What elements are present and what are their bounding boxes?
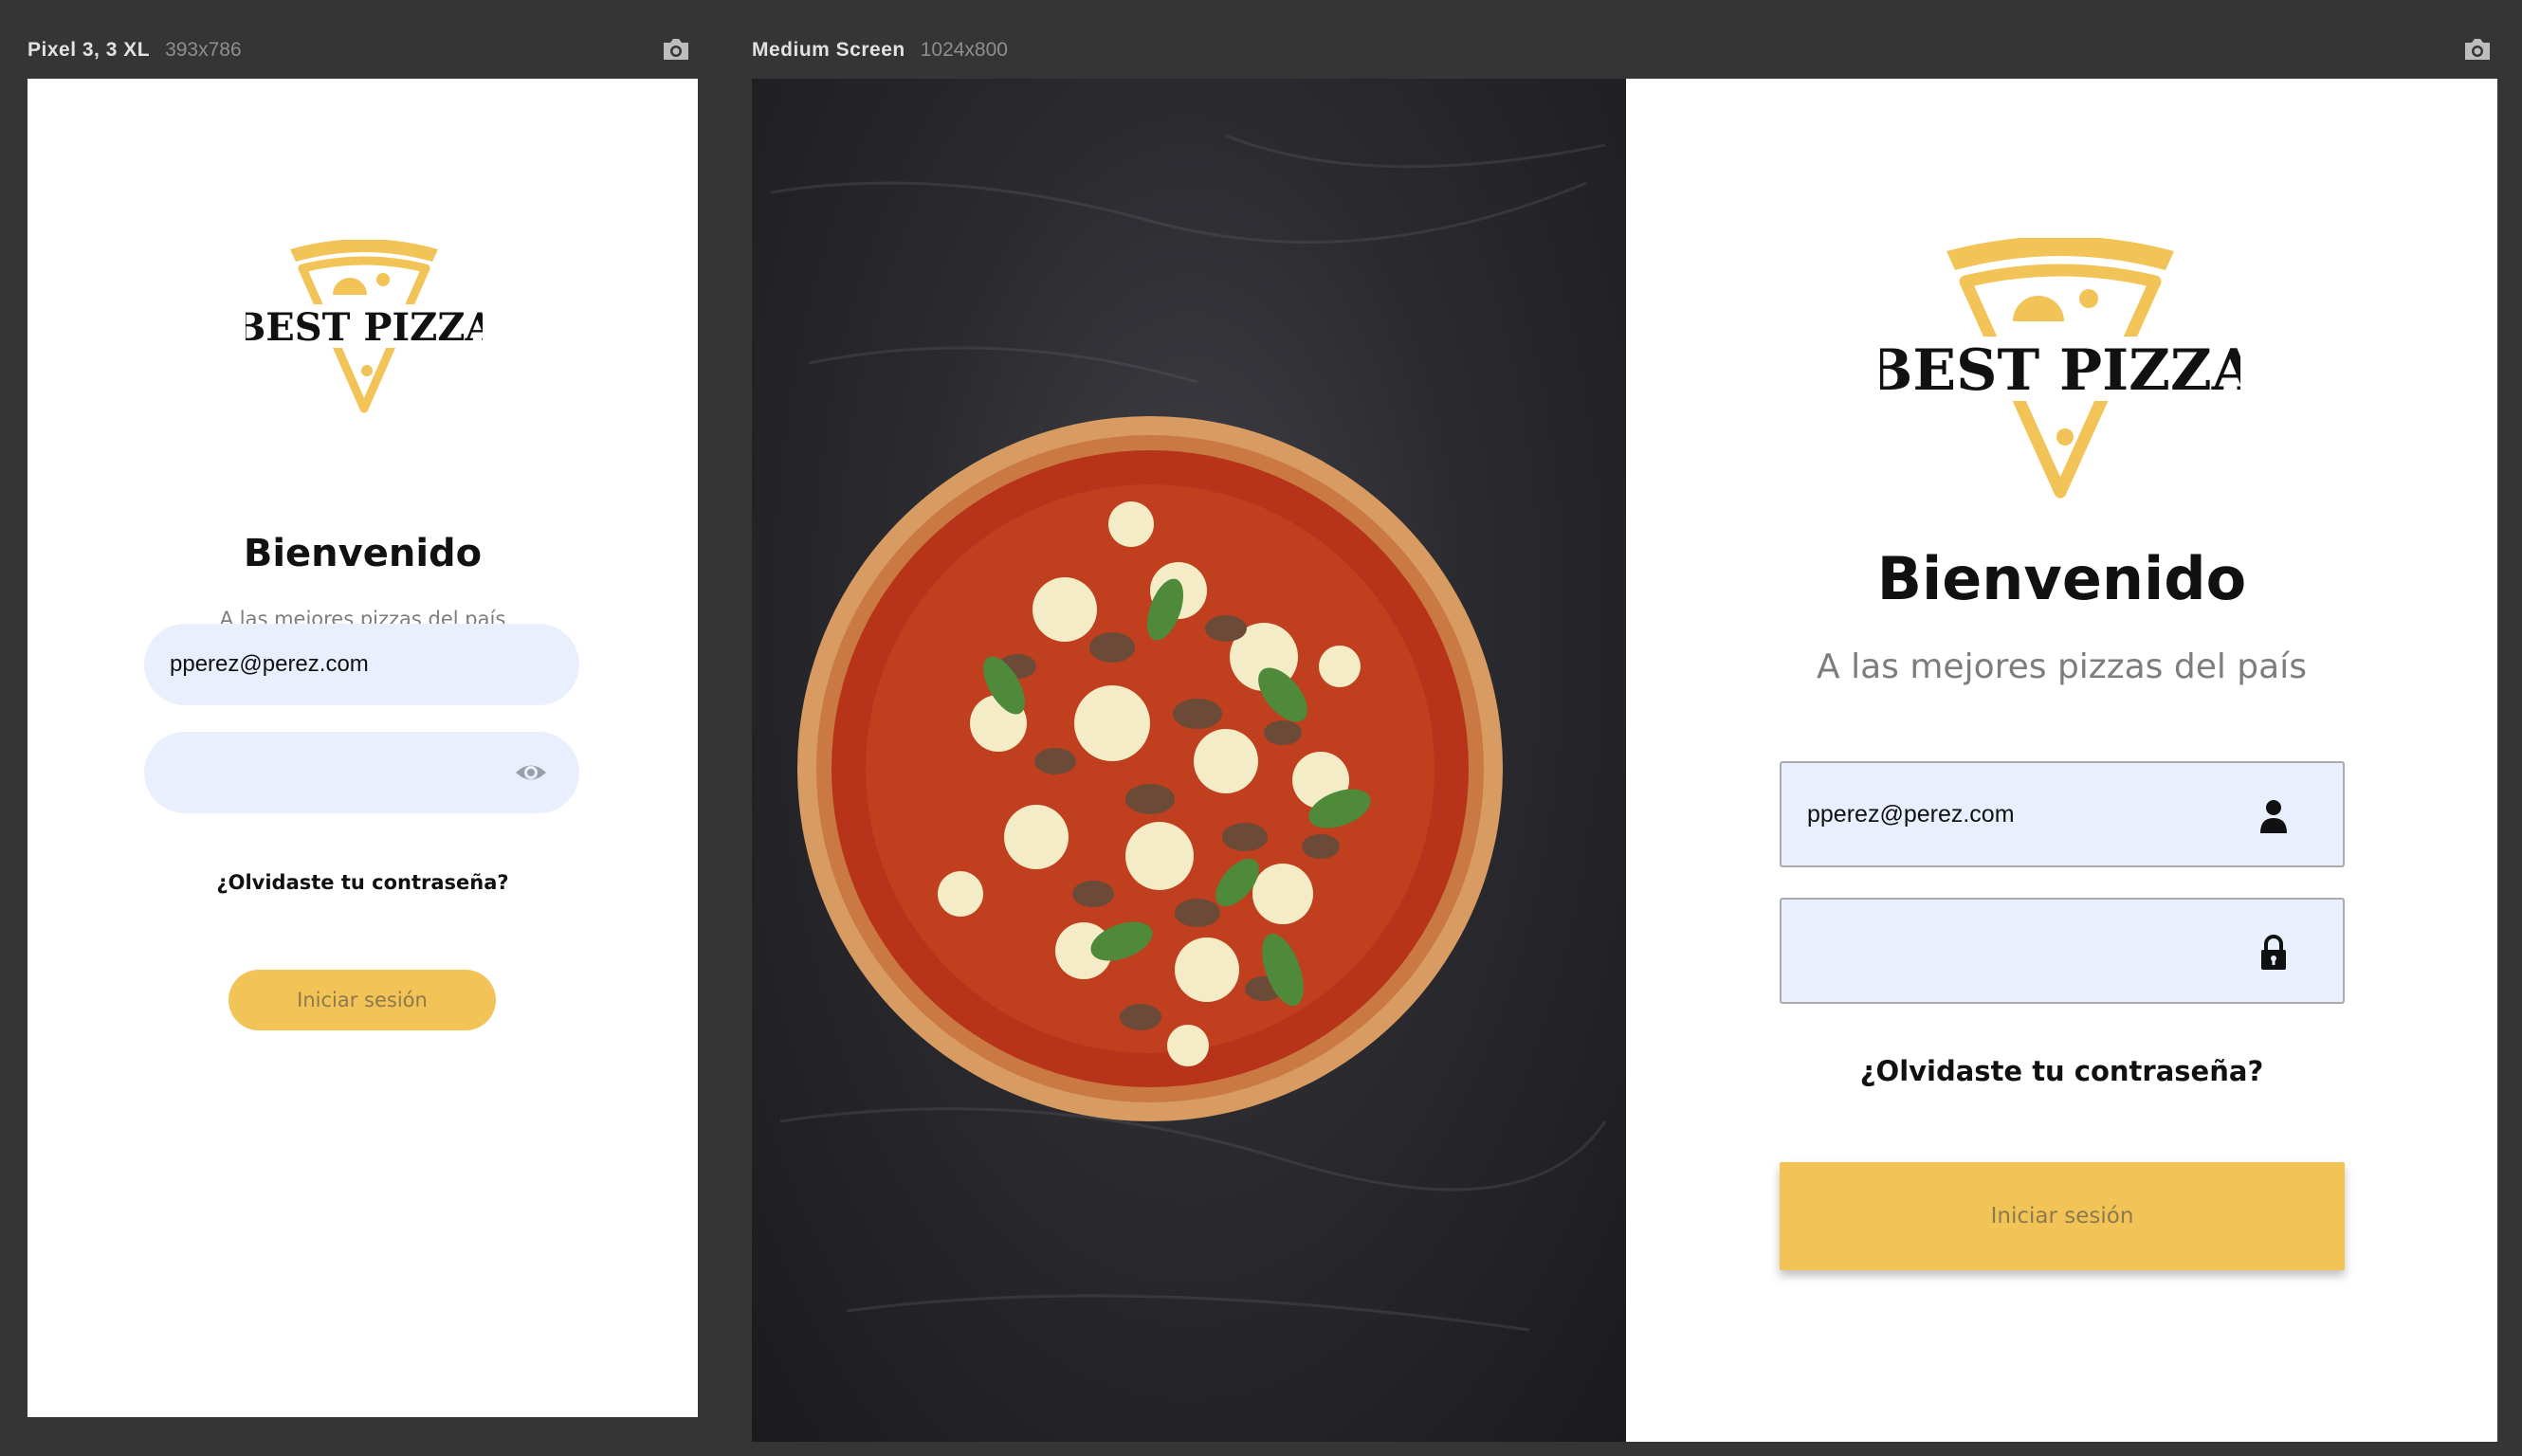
logo-text: BEST PIZZA: [1880, 337, 2240, 404]
welcome-title: Bienvenido: [1876, 544, 2247, 613]
forgot-password-link[interactable]: ¿Olvidaste tu contraseña?: [27, 871, 698, 894]
login-button[interactable]: Iniciar sesión: [228, 970, 496, 1030]
best-pizza-logo: BEST PIZZA: [1880, 238, 2240, 499]
logo-text: BEST PIZZA: [246, 305, 483, 350]
login-button[interactable]: Iniciar sesión: [1780, 1162, 2345, 1270]
eye-icon[interactable]: [515, 758, 547, 787]
pizza-photo: [752, 79, 1626, 1442]
tablet-device-dims: 1024x800: [920, 39, 1008, 61]
phone-device-name: Pixel 3, 3 XL: [27, 39, 151, 61]
tablet-device-label: Medium Screen 1024x800: [752, 36, 1008, 64]
subtitle: A las mejores pizzas del país: [1817, 647, 2307, 686]
welcome-title: Bienvenido: [243, 532, 483, 575]
phone-device-label: Pixel 3, 3 XL 393x786: [27, 36, 242, 64]
email-field[interactable]: pperez@perez.com: [144, 624, 579, 705]
phone-screen: BEST PIZZA Bienvenido A las mejores pizz…: [27, 79, 698, 1417]
user-icon: [2260, 800, 2287, 833]
password-field[interactable]: [1780, 898, 2345, 1004]
lock-icon: [2261, 935, 2286, 970]
email-value: pperez@perez.com: [170, 651, 369, 677]
email-field[interactable]: pperez@perez.com: [1780, 761, 2345, 867]
tablet-screen: BEST PIZZA Bienvenido A las mejores pizz…: [752, 79, 2497, 1442]
tablet-device-name: Medium Screen: [752, 39, 905, 61]
best-pizza-logo: BEST PIZZA: [246, 240, 483, 413]
forgot-password-link[interactable]: ¿Olvidaste tu contraseña?: [1626, 1055, 2497, 1087]
camera-icon[interactable]: [661, 36, 691, 63]
camera-icon[interactable]: [2462, 36, 2493, 63]
email-value: pperez@perez.com: [1807, 801, 2015, 828]
phone-device-dims: 393x786: [165, 39, 242, 61]
password-field[interactable]: [144, 732, 579, 813]
